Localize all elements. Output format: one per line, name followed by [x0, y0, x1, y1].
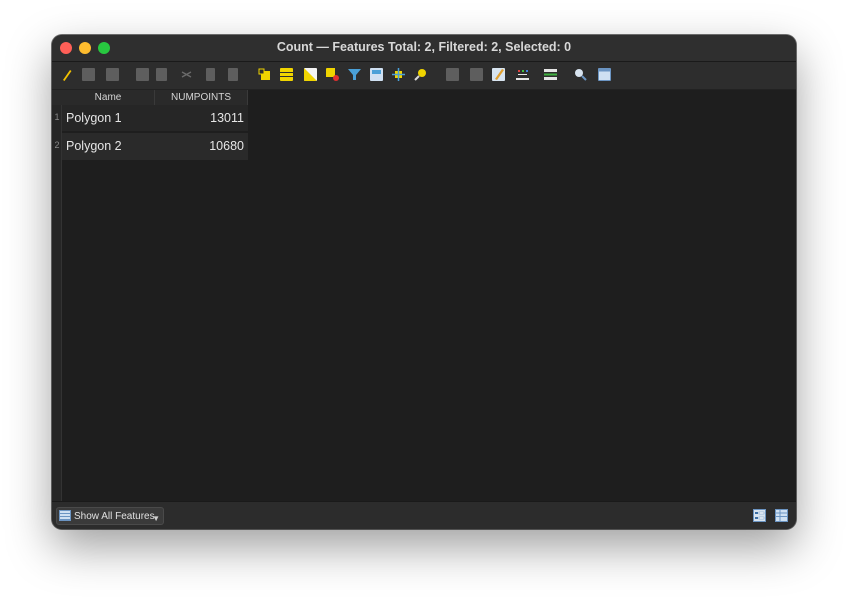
- zoom-map-to-rows-icon[interactable]: [574, 68, 587, 81]
- pan-to-selected-icon[interactable]: [392, 68, 405, 81]
- new-field-icon[interactable]: [446, 68, 459, 81]
- attribute-table-window: Count — Features Total: 2, Filtered: 2, …: [52, 35, 796, 529]
- cell-numpoints-row2[interactable]: 10680: [155, 133, 248, 160]
- column-header-numpoints[interactable]: NUMPOINTS: [155, 90, 248, 105]
- table-view-icon[interactable]: [775, 509, 788, 522]
- cut-selected-icon[interactable]: [180, 68, 193, 81]
- status-bar: Show All Features ▼: [52, 501, 796, 529]
- show-all-features-dropdown[interactable]: Show All Features ▼: [56, 507, 164, 525]
- toggle-multi-edit-icon[interactable]: [82, 68, 95, 81]
- chevron-down-icon: ▼: [152, 514, 160, 523]
- cell-name-row1[interactable]: Polygon 1: [62, 105, 155, 132]
- column-header-name[interactable]: Name: [62, 90, 155, 105]
- conditional-formatting-icon[interactable]: [516, 68, 529, 81]
- filter-mode-label: Show All Features: [74, 511, 155, 522]
- dock-attribute-table-icon[interactable]: [598, 68, 611, 81]
- save-edits-icon[interactable]: [106, 68, 119, 81]
- invert-selection-icon[interactable]: [304, 68, 317, 81]
- open-field-calculator-icon[interactable]: [492, 68, 505, 81]
- move-selection-to-top-icon[interactable]: [370, 68, 383, 81]
- toggle-editing-icon[interactable]: [60, 68, 73, 81]
- attribute-toolbar: [52, 62, 796, 90]
- cell-name-row2[interactable]: Polygon 2: [62, 133, 155, 160]
- title-bar: Count — Features Total: 2, Filtered: 2, …: [52, 35, 796, 62]
- paste-features-icon[interactable]: [228, 68, 238, 81]
- attribute-table: Name NUMPOINTS 1 Polygon 1 13011 2 Polyg…: [52, 90, 796, 502]
- select-all-icon[interactable]: [280, 68, 293, 81]
- window-title: Count — Features Total: 2, Filtered: 2, …: [276, 40, 572, 54]
- filter-select-icon[interactable]: [348, 68, 361, 81]
- actions-icon[interactable]: [544, 68, 557, 81]
- select-by-expression-icon[interactable]: [258, 68, 271, 81]
- reload-table-icon[interactable]: [136, 68, 149, 81]
- row-header-2[interactable]: 2: [52, 140, 62, 150]
- table-corner[interactable]: [52, 90, 62, 105]
- copy-selected-icon[interactable]: [206, 68, 215, 81]
- add-feature-icon[interactable]: [156, 68, 167, 81]
- row-header-column: [52, 105, 62, 502]
- delete-field-icon[interactable]: [470, 68, 483, 81]
- form-view-icon[interactable]: [753, 509, 766, 522]
- row-header-1[interactable]: 1: [52, 112, 62, 122]
- table-icon: [59, 510, 71, 521]
- cell-numpoints-row1[interactable]: 13011: [155, 105, 248, 132]
- zoom-to-selected-icon[interactable]: [414, 68, 427, 81]
- deselect-all-icon[interactable]: [326, 68, 339, 81]
